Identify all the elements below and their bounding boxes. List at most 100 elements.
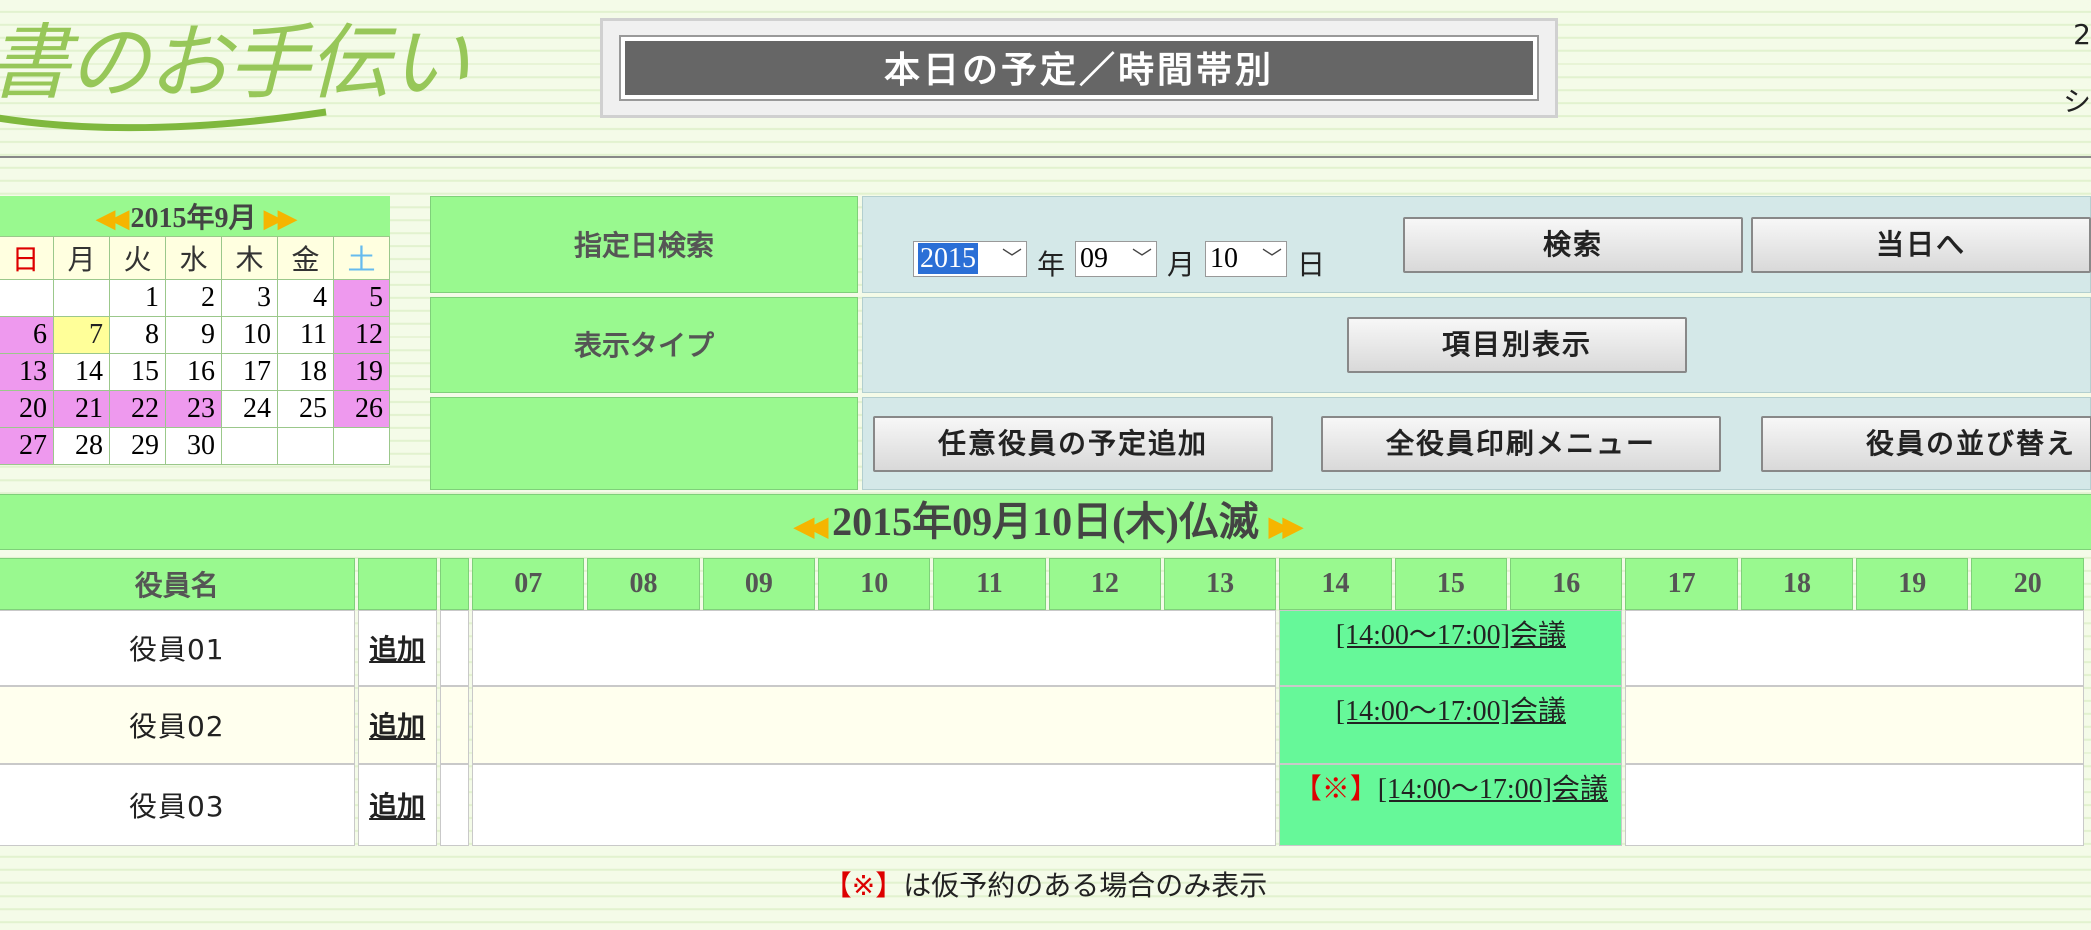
- month-value: 09: [1080, 243, 1108, 274]
- calendar-day[interactable]: 16: [165, 353, 222, 391]
- chevron-down-icon: ﹀: [1262, 248, 1282, 270]
- hour-header: 20: [1971, 558, 2084, 610]
- next-day-icon[interactable]: ▶▶: [1269, 512, 1303, 541]
- reorder-button[interactable]: 役員の並び替え: [1761, 416, 2091, 472]
- calendar-day[interactable]: 9: [165, 316, 222, 354]
- calendar-day[interactable]: 29: [109, 427, 166, 465]
- day-select[interactable]: 10 ﹀: [1205, 241, 1287, 277]
- spacer-column-header: [439, 558, 470, 610]
- time-slot-empty[interactable]: [472, 610, 1277, 686]
- schedule-grid: 役員名 07 08 09 10 11 12 13 14 15 16 17 18 …: [0, 558, 2087, 846]
- officer-name: 役員01: [0, 610, 355, 686]
- calendar-day[interactable]: 30: [165, 427, 222, 465]
- event-cell: 【※】[14:00〜17:00]会議: [1279, 764, 1623, 846]
- search-controls: 2015 ﹀ 年 09 ﹀ 月 10 ﹀ 日 検索 当日へ: [862, 196, 2091, 293]
- time-slot-empty[interactable]: [1625, 686, 2084, 764]
- event-cell: [14:00〜17:00]会議: [1279, 686, 1623, 764]
- chevron-down-icon: ﹀: [1002, 248, 1022, 270]
- row-spacer: [439, 610, 470, 686]
- calendar-day[interactable]: 22: [109, 390, 166, 428]
- footnote-mark: 【※】: [823, 869, 904, 902]
- calendar-day[interactable]: 2: [165, 279, 222, 317]
- calendar-day[interactable]: 24: [221, 390, 278, 428]
- time-slot-empty[interactable]: [472, 686, 1277, 764]
- weekday-header: 火: [109, 236, 166, 280]
- time-slot-empty[interactable]: [1625, 764, 2084, 846]
- year-select[interactable]: 2015 ﹀: [913, 241, 1027, 277]
- header-corner-bottom: シ: [2062, 85, 2091, 118]
- event-cell: [14:00〜17:00]会議: [1279, 610, 1623, 686]
- calendar-day: [0, 279, 54, 317]
- hour-header: 12: [1048, 558, 1161, 610]
- calendar-day[interactable]: 12: [333, 316, 390, 354]
- calendar-day[interactable]: 6: [0, 316, 54, 354]
- calendar-day[interactable]: 11: [277, 316, 334, 354]
- calendar-day[interactable]: 28: [53, 427, 110, 465]
- today-button[interactable]: 当日へ: [1751, 217, 2091, 273]
- prev-day-icon[interactable]: ◀◀: [794, 512, 828, 541]
- date-heading: 2015年09月10日(木)仏滅: [832, 499, 1259, 544]
- calendar-day-today[interactable]: 7: [53, 316, 110, 354]
- calendar-day[interactable]: 17: [221, 353, 278, 391]
- weekday-header: 木: [221, 236, 278, 280]
- month-select[interactable]: 09 ﹀: [1075, 241, 1157, 277]
- calendar-day[interactable]: 21: [53, 390, 110, 428]
- add-link[interactable]: 追加: [369, 710, 425, 743]
- chevron-down-icon: ﹀: [1132, 248, 1152, 270]
- hour-header: 11: [933, 558, 1046, 610]
- hour-header: 14: [1279, 558, 1392, 610]
- event-link[interactable]: [14:00〜17:00]会議: [1336, 696, 1566, 727]
- calendar-day[interactable]: 13: [0, 353, 54, 391]
- year-value: 2015: [918, 243, 978, 274]
- hour-header: 17: [1625, 558, 1738, 610]
- weekday-header: 日: [0, 236, 54, 280]
- calendar-day[interactable]: 10: [221, 316, 278, 354]
- hour-header: 13: [1164, 558, 1277, 610]
- hour-header: 16: [1510, 558, 1623, 610]
- logo-swoosh: [0, 108, 327, 132]
- add-column-header: [357, 558, 437, 610]
- add-link[interactable]: 追加: [369, 790, 425, 823]
- day-unit: 日: [1297, 248, 1326, 281]
- calendar-day[interactable]: 5: [333, 279, 390, 317]
- calendar-day[interactable]: 23: [165, 390, 222, 428]
- item-view-button[interactable]: 項目別表示: [1347, 317, 1687, 373]
- search-label: 指定日検索: [430, 196, 858, 293]
- calendar-day[interactable]: 15: [109, 353, 166, 391]
- print-menu-button[interactable]: 全役員印刷メニュー: [1321, 416, 1721, 472]
- month-unit: 月: [1167, 248, 1196, 281]
- add-link[interactable]: 追加: [369, 633, 425, 666]
- add-schedule-button[interactable]: 任意役員の予定追加: [873, 416, 1273, 472]
- hour-header: 10: [818, 558, 931, 610]
- hour-header: 08: [587, 558, 700, 610]
- logo: 書のお手伝い: [0, 0, 470, 140]
- time-slot-empty[interactable]: [1625, 610, 2084, 686]
- next-month-icon[interactable]: ▶▶: [264, 204, 298, 233]
- calendar-day[interactable]: 18: [277, 353, 334, 391]
- calendar-day[interactable]: 26: [333, 390, 390, 428]
- event-link[interactable]: [14:00〜17:00]会議: [1378, 774, 1608, 805]
- calendar-day[interactable]: 8: [109, 316, 166, 354]
- officer-name: 役員02: [0, 686, 355, 764]
- mini-calendar: ◀◀ 2015年9月 ▶▶ 日 月 火 水 木 金 土 1 2 3 4 5 6 …: [0, 196, 390, 465]
- time-slot-empty[interactable]: [472, 764, 1277, 846]
- hour-header: 18: [1740, 558, 1854, 610]
- footnote: 【※】は仮予約のある場合のみ表示: [0, 864, 2091, 904]
- name-column-header: 役員名: [0, 558, 355, 610]
- prev-month-icon[interactable]: ◀◀: [95, 204, 129, 233]
- calendar-day[interactable]: 27: [0, 427, 54, 465]
- date-heading-bar: ◀◀ 2015年09月10日(木)仏滅 ▶▶: [0, 494, 2091, 550]
- calendar-day[interactable]: 14: [53, 353, 110, 391]
- calendar-day[interactable]: 1: [109, 279, 166, 317]
- calendar-day[interactable]: 4: [277, 279, 334, 317]
- row-spacer: [439, 764, 470, 846]
- search-button[interactable]: 検索: [1403, 217, 1743, 273]
- calendar-day[interactable]: 19: [333, 353, 390, 391]
- event-link[interactable]: [14:00〜17:00]会議: [1336, 620, 1566, 651]
- officer-name: 役員03: [0, 764, 355, 846]
- page-title: 本日の予定／時間帯別: [619, 35, 1539, 101]
- calendar-day[interactable]: 20: [0, 390, 54, 428]
- display-type-controls: 項目別表示: [862, 297, 2091, 393]
- calendar-day[interactable]: 3: [221, 279, 278, 317]
- calendar-day[interactable]: 25: [277, 390, 334, 428]
